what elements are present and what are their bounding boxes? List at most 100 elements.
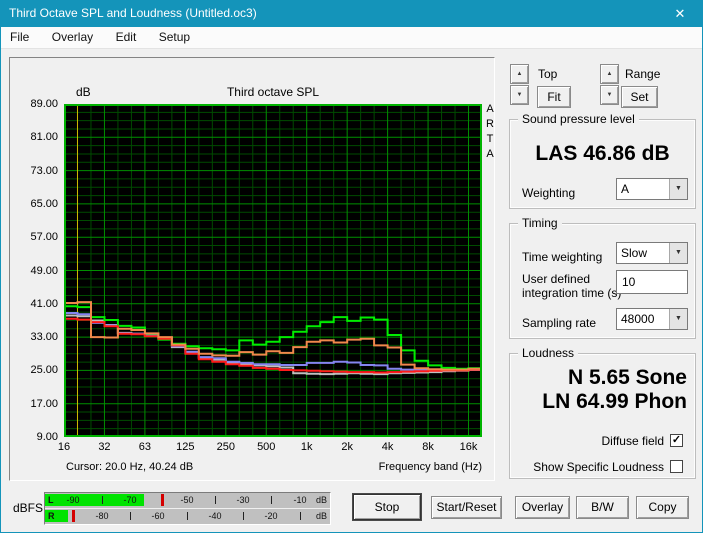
top-spin-up-button[interactable]: ▲: [510, 64, 529, 84]
meter-tick: [271, 496, 272, 504]
integration-label-line1: User defined: [522, 272, 591, 286]
window-title: Third Octave SPL and Loudness (Untitled.…: [9, 6, 257, 20]
time-weighting-label: Time weighting: [522, 250, 603, 264]
close-button[interactable]: ✕: [658, 1, 702, 27]
y-tick-label: 73.00: [30, 164, 58, 177]
time-weighting-value: Slow: [621, 246, 648, 260]
meter-peak-indicator: [72, 510, 75, 522]
x-axis-title: Frequency band (Hz): [378, 461, 482, 473]
show-specific-loudness-checkbox[interactable]: [670, 460, 683, 473]
y-tick-label: 57.00: [30, 231, 58, 244]
meter-row-l: -90 -70 -50 -30 -10 LdB: [45, 493, 330, 508]
dbfs-label: dBFS: [13, 501, 44, 515]
weighting-combo[interactable]: A ▼: [616, 178, 688, 200]
x-tick-label: 8k: [422, 441, 434, 453]
chevron-down-icon[interactable]: ▼: [669, 309, 687, 329]
up-arrow-icon: ▲: [516, 71, 523, 77]
show-specific-loudness-label: Show Specific Loudness: [533, 460, 664, 474]
x-tick-label: 250: [216, 441, 235, 453]
loudness-group: Loudness N 5.65 Sone LN 64.99 Phon Diffu…: [509, 346, 696, 479]
close-icon: ✕: [674, 6, 686, 21]
y-tick-label: 65.00: [30, 197, 58, 210]
spl-group-title: Sound pressure level: [518, 112, 639, 126]
overlay-button[interactable]: Overlay: [515, 496, 570, 519]
meter-scale-label: -80: [95, 511, 109, 521]
y-tick-label: 49.00: [30, 264, 58, 277]
weighting-label: Weighting: [522, 186, 576, 200]
y-tick-label: 81.00: [30, 131, 58, 144]
meter-scale-label: -50: [180, 495, 194, 505]
stop-button[interactable]: Stop: [353, 494, 421, 520]
y-tick-label: 33.00: [30, 331, 58, 344]
down-arrow-icon: ▼: [516, 92, 523, 98]
spl-plot[interactable]: [64, 104, 482, 437]
range-label: Range: [625, 67, 661, 81]
timing-group: Timing Time weighting Slow ▼ User define…: [509, 216, 696, 339]
menu-item-edit[interactable]: Edit: [107, 27, 146, 44]
meter-tick: [102, 496, 103, 504]
menu-item-setup[interactable]: Setup: [150, 27, 199, 44]
y-tick-label: 89.00: [30, 98, 58, 110]
meter-scale-label: -60: [151, 511, 165, 521]
menu-item-file[interactable]: File: [1, 27, 38, 44]
loudness-ln-value: LN 64.99 Phon: [542, 390, 687, 413]
chevron-down-icon[interactable]: ▼: [669, 243, 687, 263]
set-button[interactable]: Set: [621, 86, 658, 108]
menubar: File Overlay Edit Setup: [1, 27, 702, 49]
x-tick-label: 125: [176, 441, 195, 453]
series-gray: [64, 314, 482, 376]
sampling-rate-combo[interactable]: 48000 ▼: [616, 308, 688, 330]
chart-title: Third octave SPL: [226, 85, 320, 99]
fit-button[interactable]: Fit: [537, 86, 571, 108]
chart-panel: dB Third octave SPL ARTA 89.00 81.00 73.00…: [9, 57, 495, 481]
bw-button[interactable]: B/W: [576, 496, 629, 519]
down-arrow-icon: ▼: [606, 92, 613, 98]
sampling-rate-label: Sampling rate: [522, 316, 597, 330]
integration-label-line2: integration time (s): [522, 286, 622, 300]
meter-scale-label: -70: [123, 495, 137, 505]
timing-group-title: Timing: [518, 216, 562, 230]
menu-item-overlay[interactable]: Overlay: [43, 27, 102, 44]
start-reset-button[interactable]: Start/Reset: [431, 496, 502, 519]
x-tick-label: 4k: [381, 441, 394, 453]
arta-watermark: ARTA: [486, 103, 494, 160]
integration-time-input[interactable]: 10: [616, 270, 688, 294]
meter-tick: [300, 512, 301, 520]
loudness-n-value: N 5.65 Sone: [567, 366, 687, 389]
time-weighting-combo[interactable]: Slow ▼: [616, 242, 688, 264]
meter-peak-indicator: [161, 494, 164, 506]
y-tick-label: 41.00: [30, 297, 58, 310]
top-spin-down-button[interactable]: ▼: [510, 85, 529, 105]
meter-channel-label: L: [48, 495, 54, 505]
loudness-group-title: Loudness: [518, 346, 579, 360]
spl-group: Sound pressure level LAS 46.86 dB Weight…: [509, 112, 696, 209]
y-tick-label: 25.00: [30, 364, 58, 377]
level-meter: -90 -70 -50 -30 -10 LdB -80 -60 -40 -20 RdB: [44, 492, 331, 525]
x-tick-label: 63: [138, 441, 152, 453]
weighting-value: A: [621, 182, 630, 196]
meter-row-r: -80 -60 -40 -20 RdB: [45, 509, 330, 524]
plot-area[interactable]: [64, 104, 482, 437]
x-tick-label: 1k: [300, 441, 313, 453]
meter-scale-label: -20: [264, 511, 278, 521]
chevron-down-icon[interactable]: ▼: [669, 179, 687, 199]
x-tick-label: 32: [98, 441, 111, 453]
meter-unit-label: dB: [315, 511, 327, 521]
cursor-readout: Cursor: 20.0 Hz, 40.24 dB: [66, 461, 194, 473]
up-arrow-icon: ▲: [606, 71, 613, 77]
x-tick-label: 16: [57, 441, 71, 453]
meter-tick: [187, 512, 188, 520]
sampling-rate-value: 48000: [621, 312, 655, 326]
meter-tick: [130, 512, 131, 520]
spl-value: LAS 46.86 dB: [535, 142, 670, 165]
diffuse-field-checkbox[interactable]: ✓: [670, 434, 683, 447]
x-tick-label: 500: [257, 441, 276, 453]
x-tick-label: 2k: [341, 441, 353, 453]
range-spin-up-button[interactable]: ▲: [600, 64, 619, 84]
meter-scale-label: -40: [208, 511, 222, 521]
meter-scale-label: -10: [293, 495, 307, 505]
range-spin-down-button[interactable]: ▼: [600, 85, 619, 105]
meter-scale-label: -90: [66, 495, 80, 505]
copy-button[interactable]: Copy: [636, 496, 689, 519]
app-window: Third Octave SPL and Loudness (Untitled.…: [0, 0, 703, 533]
